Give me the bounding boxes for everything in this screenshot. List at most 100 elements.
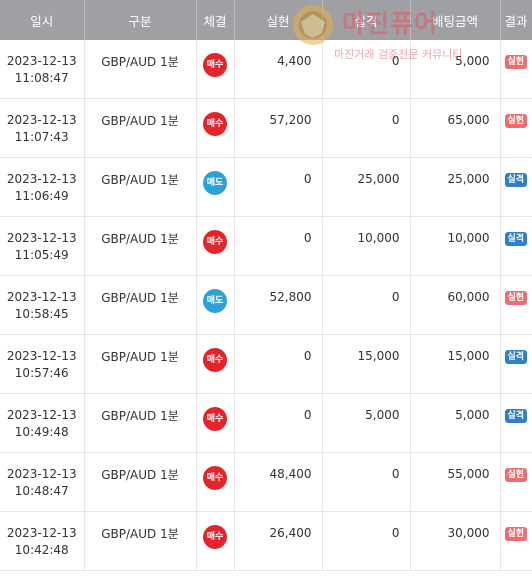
bet-amount-cell: 60,000 xyxy=(410,275,501,335)
datetime-cell: 2023-12-13 10:49:48 xyxy=(0,393,85,453)
table-row: 2023-12-13 10:42:48 GBP/AUD 1분 매수 26,400… xyxy=(0,511,532,571)
result-cell: 실현 xyxy=(500,452,532,512)
loss-cell: 15,000 xyxy=(322,334,411,394)
profit-cell: 0 xyxy=(234,393,323,453)
datetime-cell: 2023-12-13 11:05:49 xyxy=(0,216,85,276)
table-row: 2023-12-13 10:58:45 GBP/AUD 1분 매도 52,800… xyxy=(0,275,532,335)
loss-cell: 0 xyxy=(322,452,411,512)
kind-cell: GBP/AUD 1분 xyxy=(84,511,197,571)
bet-amount-cell: 25,000 xyxy=(410,157,501,217)
loss-value: 25,000 xyxy=(357,172,400,186)
profit-value: 0 xyxy=(303,349,312,363)
table-header-row: 일시 구분 체결 실현 실격 배팅금액 결과 xyxy=(0,0,532,40)
trade-kind: GBP/AUD 1분 xyxy=(101,527,179,541)
execution-cell: 매도 xyxy=(196,275,235,335)
result-cell: 실격 xyxy=(500,216,532,276)
loss-cell: 0 xyxy=(322,40,411,99)
result-cell: 실격 xyxy=(500,157,532,217)
profit-value: 0 xyxy=(303,231,312,245)
profit-cell: 0 xyxy=(234,157,323,217)
kind-cell: GBP/AUD 1분 xyxy=(84,216,197,276)
bet-amount-value: 15,000 xyxy=(447,349,490,363)
trade-date: 2023-12-13 xyxy=(6,231,77,245)
bet-amount-value: 10,000 xyxy=(447,231,490,245)
trade-time: 10:58:45 xyxy=(14,307,69,321)
trade-date: 2023-12-13 xyxy=(6,54,77,68)
loss-cell: 0 xyxy=(322,275,411,335)
trade-time: 10:48:47 xyxy=(14,484,69,498)
result-badge: 실격 xyxy=(504,350,528,364)
trade-date: 2023-12-13 xyxy=(6,408,77,422)
datetime-cell: 2023-12-13 10:42:48 xyxy=(0,511,85,571)
bet-amount-cell: 5,000 xyxy=(410,393,501,453)
result-cell: 실격 xyxy=(500,334,532,394)
loss-value: 0 xyxy=(391,290,400,304)
table-row: 2023-12-13 11:06:49 GBP/AUD 1분 매도 0 25,0… xyxy=(0,157,532,217)
kind-cell: GBP/AUD 1분 xyxy=(84,334,197,394)
header-profit: 실현 xyxy=(234,0,323,40)
result-cell: 실현 xyxy=(500,275,532,335)
loss-value: 15,000 xyxy=(357,349,400,363)
result-badge: 실현 xyxy=(504,527,528,541)
datetime-cell: 2023-12-13 10:48:47 xyxy=(0,452,85,512)
result-badge: 실현 xyxy=(504,291,528,305)
bet-amount-value: 55,000 xyxy=(447,467,490,481)
profit-value: 0 xyxy=(303,408,312,422)
trade-kind: GBP/AUD 1분 xyxy=(101,291,179,305)
result-badge: 실격 xyxy=(504,173,528,187)
profit-value: 48,400 xyxy=(269,467,312,481)
profit-value: 4,400 xyxy=(277,54,312,68)
trade-time: 10:57:46 xyxy=(14,366,69,380)
profit-cell: 52,800 xyxy=(234,275,323,335)
loss-cell: 10,000 xyxy=(322,216,411,276)
result-badge: 실격 xyxy=(504,232,528,246)
profit-cell: 0 xyxy=(234,216,323,276)
trade-kind: GBP/AUD 1분 xyxy=(101,350,179,364)
datetime-cell: 2023-12-13 11:06:49 xyxy=(0,157,85,217)
result-badge: 실격 xyxy=(504,409,528,423)
loss-value: 5,000 xyxy=(365,408,400,422)
table-row: 2023-12-13 10:48:47 GBP/AUD 1분 매수 48,400… xyxy=(0,452,532,512)
trade-date: 2023-12-13 xyxy=(6,526,77,540)
profit-value: 52,800 xyxy=(269,290,312,304)
kind-cell: GBP/AUD 1분 xyxy=(84,157,197,217)
execution-cell: 매수 xyxy=(196,334,235,394)
trade-date: 2023-12-13 xyxy=(6,172,77,186)
buy-badge: 매수 xyxy=(203,112,227,136)
bet-amount-value: 5,000 xyxy=(455,54,490,68)
trade-time: 11:06:49 xyxy=(14,189,69,203)
profit-cell: 0 xyxy=(234,334,323,394)
trade-time: 10:49:48 xyxy=(14,425,69,439)
execution-cell: 매수 xyxy=(196,98,235,158)
trade-date: 2023-12-13 xyxy=(6,290,77,304)
loss-cell: 25,000 xyxy=(322,157,411,217)
profit-cell: 48,400 xyxy=(234,452,323,512)
result-cell: 실격 xyxy=(500,393,532,453)
kind-cell: GBP/AUD 1분 xyxy=(84,275,197,335)
trade-time: 10:42:48 xyxy=(14,543,69,557)
bet-amount-cell: 55,000 xyxy=(410,452,501,512)
trade-kind: GBP/AUD 1분 xyxy=(101,114,179,128)
bet-amount-value: 25,000 xyxy=(447,172,490,186)
profit-value: 26,400 xyxy=(269,526,312,540)
trade-history-table: 일시 구분 체결 실현 실격 배팅금액 결과 2023-12-13 11:08:… xyxy=(0,0,532,571)
table-row: 2023-12-13 10:57:46 GBP/AUD 1분 매수 0 15,0… xyxy=(0,334,532,394)
trade-time: 11:08:47 xyxy=(14,71,69,85)
loss-cell: 0 xyxy=(322,511,411,571)
buy-badge: 매수 xyxy=(203,348,227,372)
execution-cell: 매수 xyxy=(196,393,235,453)
execution-cell: 매수 xyxy=(196,511,235,571)
trade-time: 11:07:43 xyxy=(14,130,69,144)
trade-kind: GBP/AUD 1분 xyxy=(101,468,179,482)
header-execution: 체결 xyxy=(196,0,235,40)
kind-cell: GBP/AUD 1분 xyxy=(84,98,197,158)
table-row: 2023-12-13 11:08:47 GBP/AUD 1분 매수 4,400 … xyxy=(0,40,532,99)
buy-badge: 매수 xyxy=(203,53,227,77)
buy-badge: 매수 xyxy=(203,525,227,549)
sell-badge: 매도 xyxy=(203,171,227,195)
result-badge: 실현 xyxy=(504,468,528,482)
profit-cell: 4,400 xyxy=(234,40,323,99)
header-datetime: 일시 xyxy=(0,0,85,40)
loss-cell: 5,000 xyxy=(322,393,411,453)
kind-cell: GBP/AUD 1분 xyxy=(84,452,197,512)
